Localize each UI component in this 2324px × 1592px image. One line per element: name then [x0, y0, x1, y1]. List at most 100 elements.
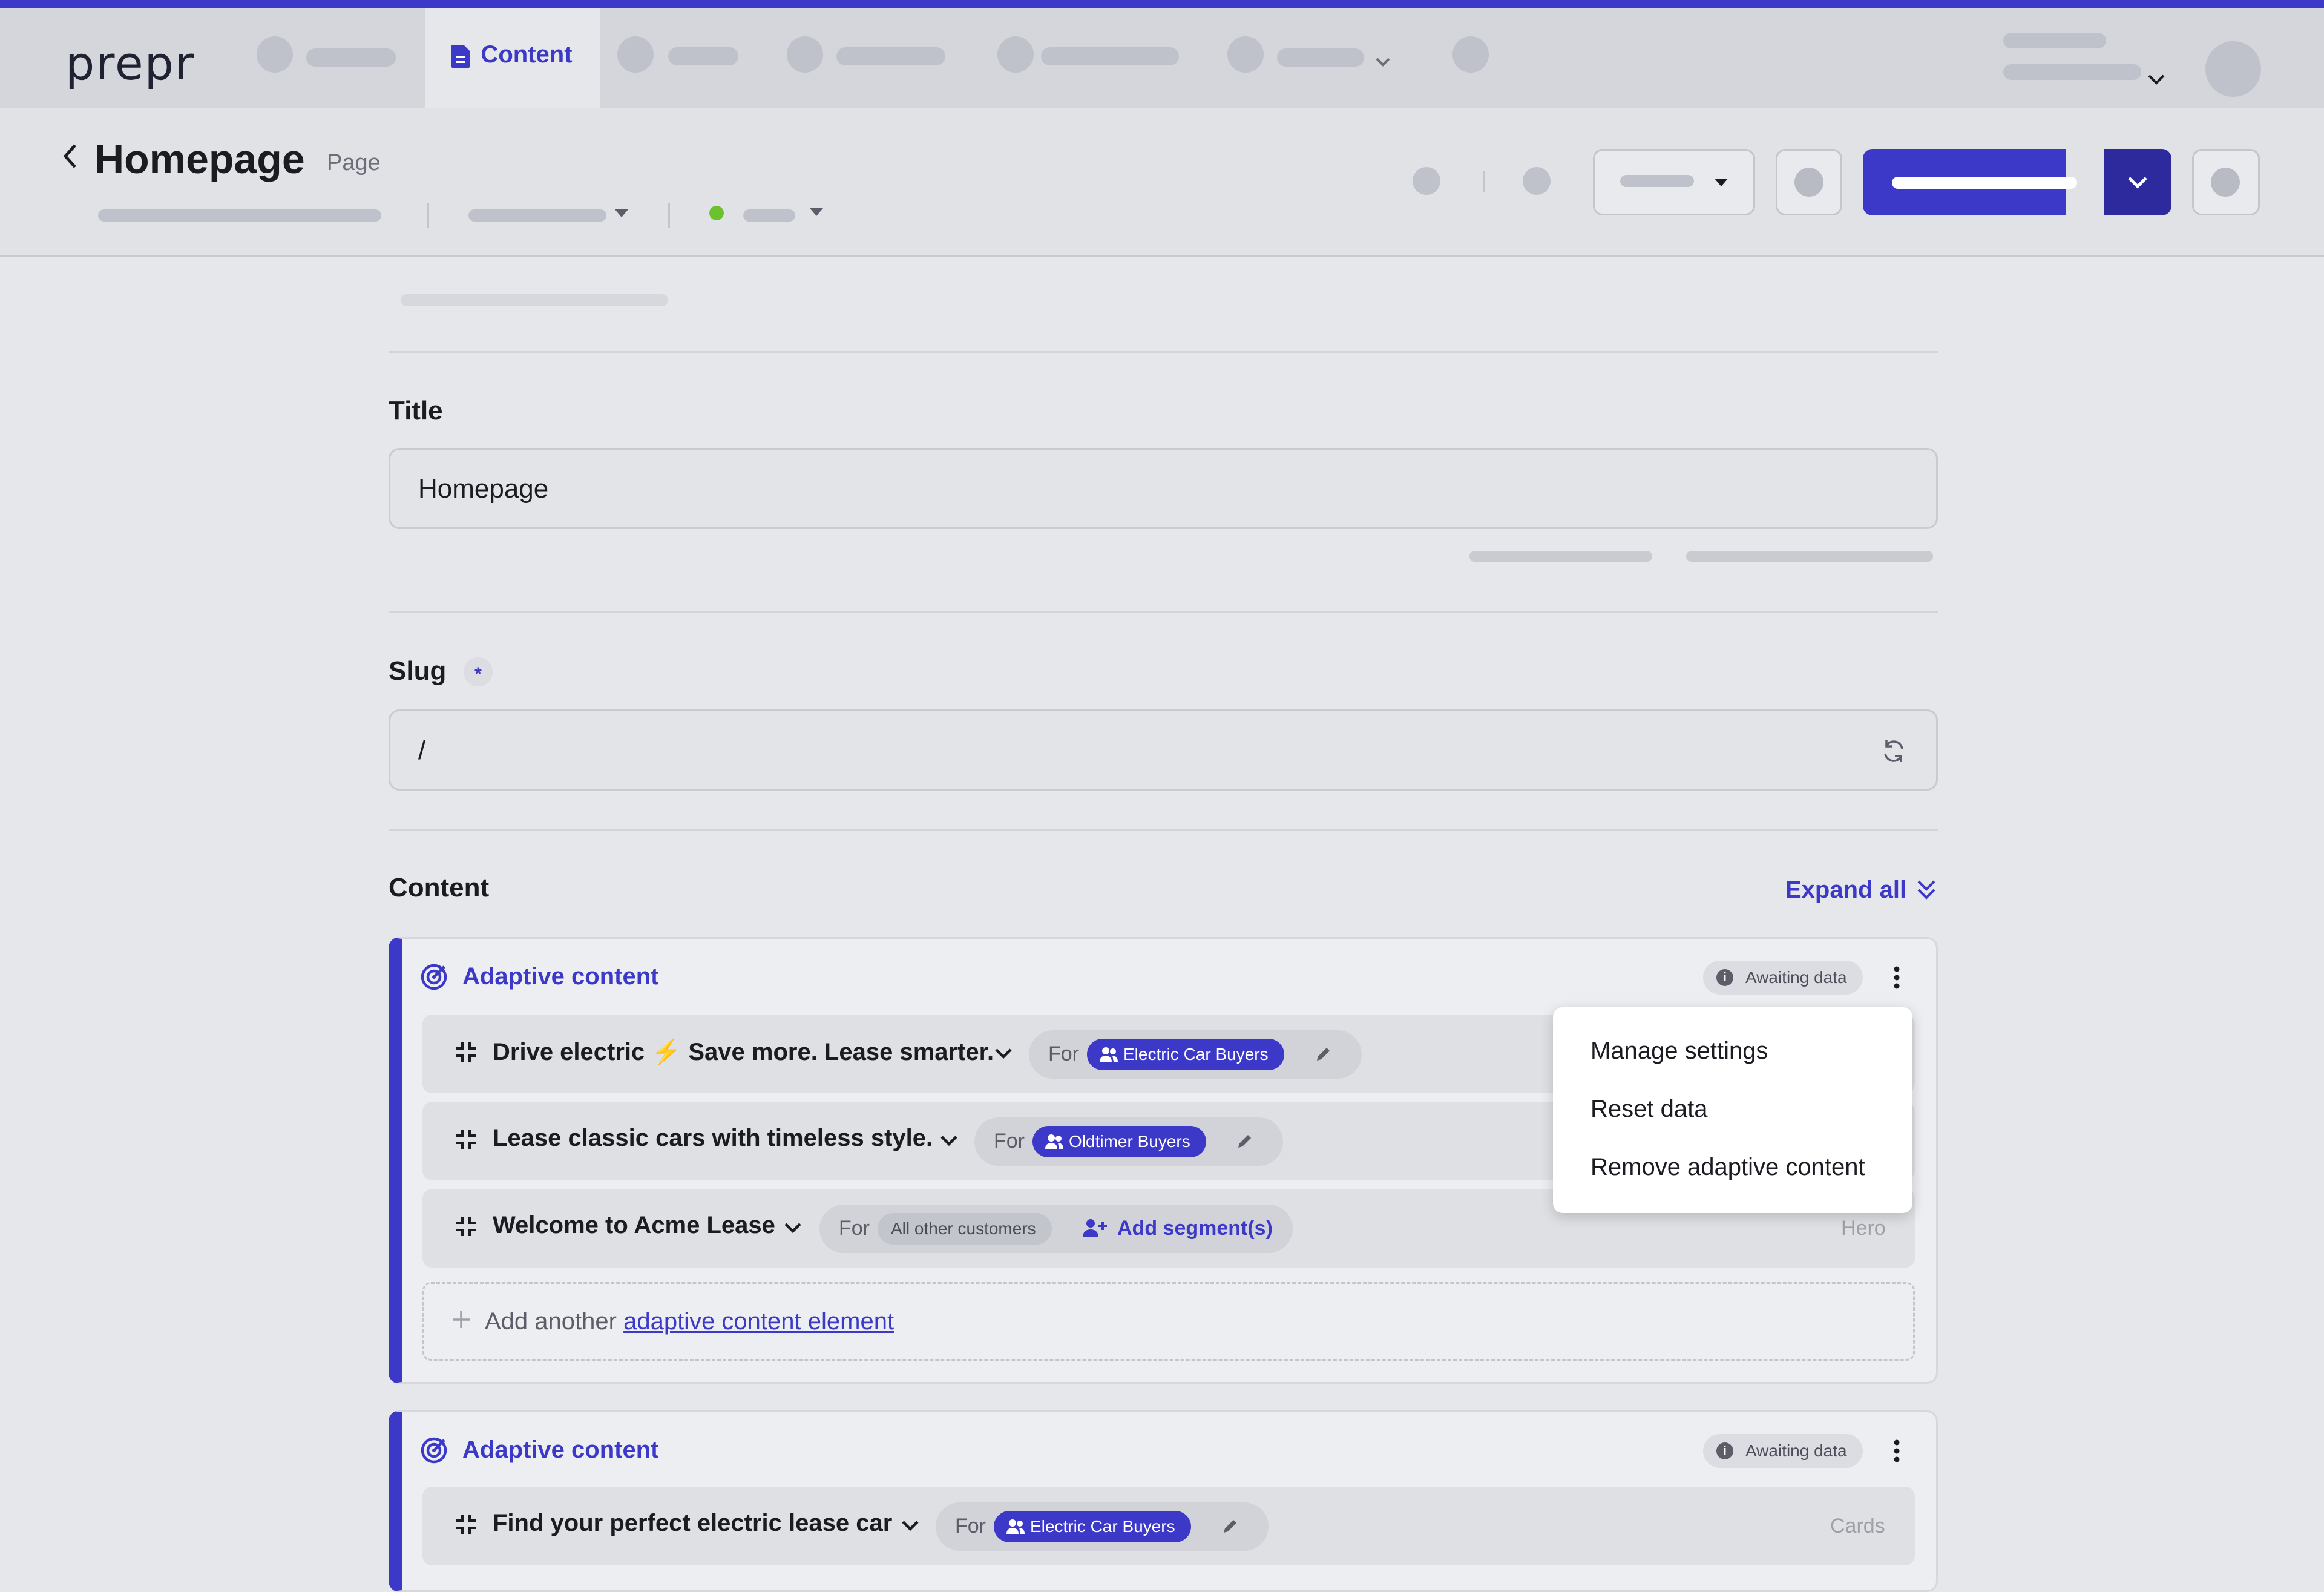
- divider: [668, 203, 670, 228]
- variant-title: Lease classic cars with timeless style.: [493, 1125, 933, 1151]
- status-dot-icon: [709, 206, 724, 220]
- nav-placeholder-label[interactable]: [668, 47, 738, 65]
- primary-action-dropdown[interactable]: [2104, 149, 2171, 215]
- segment-selector[interactable]: For All other customers Add segment(s): [819, 1205, 1293, 1253]
- prepr-logo[interactable]: prepr: [65, 36, 195, 90]
- target-icon: [420, 963, 448, 991]
- segment-chip[interactable]: Electric Car Buyers: [1087, 1039, 1284, 1070]
- caret-down-icon[interactable]: [614, 208, 629, 219]
- required-indicator: *: [464, 657, 493, 686]
- slug-field-label: Slug: [389, 656, 447, 686]
- segment-chip-label: Electric Car Buyers: [1030, 1517, 1175, 1536]
- slug-input-value: /: [418, 735, 426, 765]
- back-arrow-icon[interactable]: [62, 143, 79, 169]
- menu-item-remove-adaptive-content[interactable]: Remove adaptive content: [1590, 1154, 1865, 1181]
- slug-input[interactable]: /: [389, 709, 1938, 791]
- nav-placeholder-icon[interactable]: [997, 36, 1034, 73]
- more-vertical-icon[interactable]: [1892, 964, 1902, 991]
- caret-down-icon[interactable]: [809, 207, 824, 218]
- field-meta-placeholder: [1686, 551, 1933, 562]
- meta-placeholder[interactable]: [468, 209, 606, 222]
- toolbar-placeholder-icon[interactable]: [1523, 167, 1551, 195]
- status-badge-label: Awaiting data: [1745, 1441, 1847, 1460]
- segment-selector[interactable]: For Electric Car Buyers: [1029, 1030, 1362, 1079]
- nav-placeholder-label[interactable]: [306, 48, 396, 67]
- chevron-down-icon[interactable]: [994, 1047, 1013, 1061]
- info-icon: i: [1716, 1442, 1733, 1459]
- placeholder-icon-button[interactable]: [1776, 149, 1842, 215]
- more-vertical-icon[interactable]: [1892, 1438, 1902, 1464]
- divider: [389, 351, 1938, 353]
- nav-placeholder-icon[interactable]: [257, 36, 293, 73]
- toolbar-placeholder-icon[interactable]: [1413, 167, 1440, 195]
- page-type-label: Page: [327, 150, 381, 176]
- variant-title: Welcome to Acme Lease: [493, 1212, 775, 1238]
- field-placeholder: [401, 294, 668, 306]
- content-type-label: Hero: [1841, 1217, 1886, 1240]
- tab-content-label: Content: [481, 41, 573, 68]
- meta-placeholder[interactable]: [743, 209, 795, 222]
- collapse-icon[interactable]: [455, 1128, 477, 1150]
- segment-chip[interactable]: Electric Car Buyers: [994, 1511, 1191, 1542]
- menu-item-reset-data[interactable]: Reset data: [1590, 1096, 1707, 1123]
- nav-placeholder-label[interactable]: [1277, 48, 1364, 67]
- add-adaptive-element-area[interactable]: Add another adaptive content element: [422, 1282, 1915, 1361]
- title-input[interactable]: Homepage: [389, 448, 1938, 529]
- refresh-icon[interactable]: [1880, 738, 1907, 765]
- segment-chip[interactable]: Oldtimer Buyers: [1032, 1126, 1206, 1157]
- chevron-down-icon[interactable]: [2147, 74, 2165, 86]
- workspace-placeholder-name[interactable]: [2003, 33, 2106, 48]
- title-field-label: Title: [389, 396, 443, 426]
- nav-placeholder-icon[interactable]: [787, 36, 823, 73]
- segment-chip-label: Oldtimer Buyers: [1069, 1132, 1190, 1151]
- dropdown-placeholder-label: [1620, 175, 1694, 187]
- chevron-down-icon[interactable]: [939, 1134, 959, 1148]
- users-icon: [1045, 1133, 1064, 1150]
- segment-selector[interactable]: For Electric Car Buyers: [936, 1502, 1269, 1551]
- nav-placeholder-icon[interactable]: [617, 36, 654, 73]
- chevron-down-icon[interactable]: [1375, 57, 1391, 67]
- nav-placeholder-label[interactable]: [836, 47, 945, 65]
- collapse-icon[interactable]: [455, 1513, 477, 1535]
- divider: [389, 829, 1938, 831]
- nav-placeholder-icon[interactable]: [1452, 36, 1489, 73]
- target-icon: [420, 1436, 448, 1464]
- button-placeholder-icon: [1794, 168, 1823, 197]
- button-placeholder-icon: [2211, 168, 2240, 197]
- placeholder-icon-button[interactable]: [2192, 149, 2260, 215]
- segment-selector[interactable]: For Oldtimer Buyers: [974, 1117, 1283, 1166]
- primary-action-button[interactable]: [1863, 149, 2077, 215]
- workspace-placeholder-env[interactable]: [2003, 64, 2141, 80]
- pencil-icon[interactable]: [1236, 1132, 1254, 1150]
- pencil-icon[interactable]: [1221, 1517, 1239, 1535]
- add-segment-link[interactable]: Add segment(s): [1117, 1217, 1273, 1240]
- primary-button-placeholder-label: [1892, 177, 2077, 189]
- chevron-down-icon[interactable]: [901, 1519, 920, 1533]
- collapse-icon[interactable]: [455, 1041, 477, 1063]
- lightning-emoji: ⚡: [651, 1039, 682, 1065]
- placeholder-dropdown-button[interactable]: [1593, 149, 1755, 215]
- menu-item-manage-settings[interactable]: Manage settings: [1590, 1038, 1768, 1065]
- tab-content[interactable]: Content: [425, 8, 600, 108]
- status-badge: i Awaiting data: [1703, 1434, 1863, 1468]
- segment-chip[interactable]: All other customers: [878, 1213, 1052, 1245]
- chevron-down-icon[interactable]: [783, 1222, 803, 1235]
- for-label: For: [994, 1130, 1025, 1153]
- info-icon: i: [1716, 969, 1733, 986]
- collapse-icon[interactable]: [455, 1215, 477, 1237]
- adaptive-content-title: Adaptive content: [462, 1436, 659, 1463]
- double-chevron-down-icon[interactable]: [1916, 878, 1937, 902]
- avatar[interactable]: [2205, 41, 2261, 97]
- expand-all-link[interactable]: Expand all: [1785, 877, 1906, 904]
- users-icon: [1099, 1046, 1118, 1063]
- add-user-icon[interactable]: [1082, 1218, 1108, 1238]
- add-another-text: Add another adaptive content element: [485, 1308, 894, 1335]
- adaptive-content-title: Adaptive content: [462, 963, 659, 990]
- pencil-icon[interactable]: [1315, 1045, 1333, 1063]
- caret-down-icon: [1713, 177, 1729, 188]
- adaptive-variant-row[interactable]: Find your perfect electric lease car For…: [422, 1487, 1915, 1565]
- adaptive-content-element-link[interactable]: adaptive content element: [623, 1308, 894, 1335]
- nav-placeholder-label[interactable]: [1041, 47, 1179, 65]
- nav-placeholder-icon[interactable]: [1227, 36, 1264, 73]
- for-label: For: [1048, 1042, 1079, 1065]
